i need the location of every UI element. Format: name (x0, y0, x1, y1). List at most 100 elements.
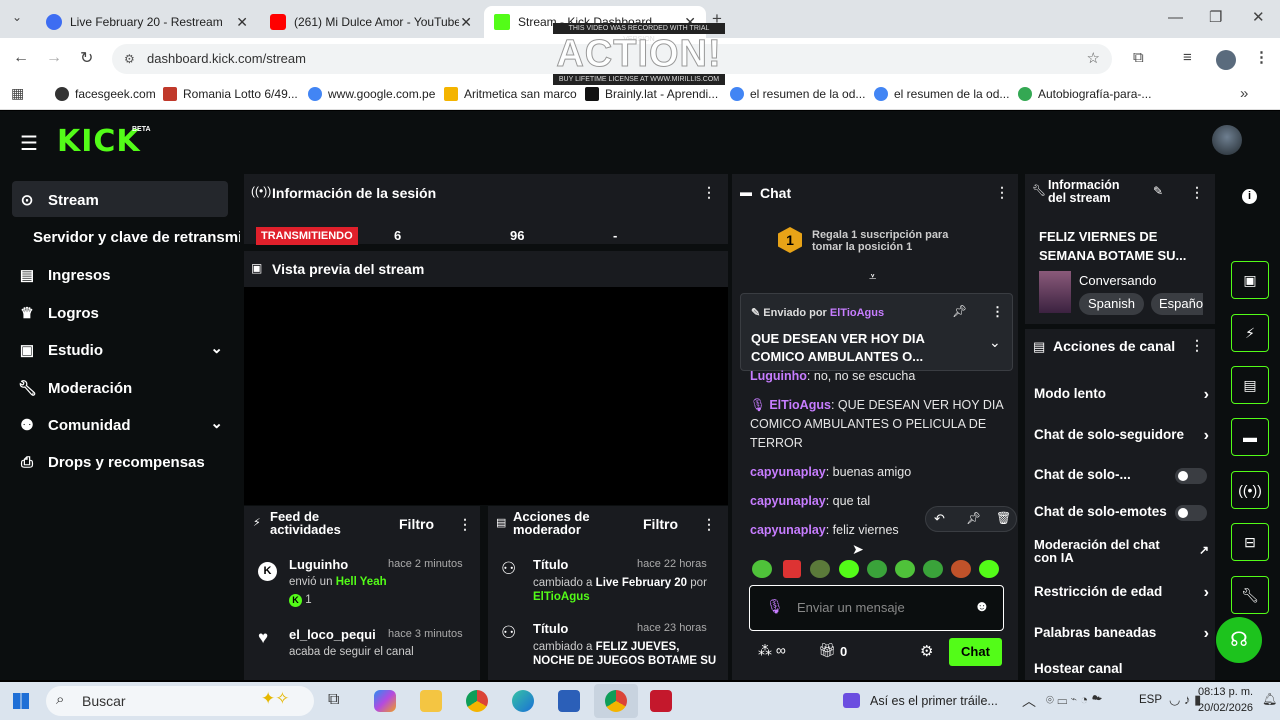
sidebar-item-moderacion[interactable]: 🔧︎ Moderación (18, 379, 132, 398)
subs-only-toggle[interactable] (1175, 468, 1207, 484)
bookmark-item[interactable]: el resumen de la od... (874, 87, 1009, 101)
emotes-only-toggle[interactable] (1175, 505, 1207, 521)
settings-gear-icon[interactable]: ⚙ (920, 642, 933, 660)
collapse-icon[interactable]: ⩡ (869, 269, 876, 285)
bookmark-item[interactable]: Brainly.lat - Aprendi... (585, 87, 718, 101)
emote-icon[interactable] (783, 560, 801, 578)
category-name[interactable]: Conversando (1079, 273, 1156, 288)
sidebar-item-ingresos[interactable]: ▤ Ingresos (18, 266, 111, 285)
kick-logo[interactable]: KICK BETA (57, 124, 151, 159)
action-ai-moderation[interactable]: Moderación del chat con IA ↗ (1034, 538, 1209, 564)
stream-info-menu-icon[interactable]: ⋮ (1190, 184, 1204, 201)
pin-message-icon[interactable]: 📌︎ (966, 511, 981, 525)
notification-bell-icon[interactable]: 🔔︎ (1262, 692, 1277, 706)
tab-youtube[interactable]: (261) Mi Dulce Amor - YouTube ✕ (260, 6, 482, 38)
chat-message[interactable]: Luguinho: no, no se escucha (750, 367, 1020, 386)
emote-icon[interactable] (923, 560, 943, 578)
word-app-icon[interactable] (558, 690, 580, 712)
back-icon[interactable]: ← (13, 49, 29, 67)
rail-preview-button[interactable]: ▣ (1231, 261, 1269, 299)
emote-icon[interactable] (867, 560, 887, 578)
emote-icon[interactable] (752, 560, 772, 578)
action-banned-words[interactable]: Palabras baneadas › (1034, 625, 1209, 642)
taskbar-search-box[interactable]: ⌕ Buscar ✦✧ (46, 686, 314, 716)
emote-icon[interactable] (895, 560, 915, 578)
feed-menu-icon[interactable]: ⋮ (458, 516, 472, 533)
maximize-icon[interactable]: ❐ (1209, 8, 1222, 26)
clock-time[interactable]: 08:13 p. m. (1198, 686, 1253, 698)
user-avatar[interactable] (1212, 125, 1242, 155)
close-tab-icon[interactable]: ✕ (460, 14, 472, 31)
bookmark-item[interactable]: Romania Lotto 6/49... (163, 87, 298, 101)
bookmark-item[interactable]: el resumen de la od... (730, 87, 865, 101)
support-headset-button[interactable]: ☊ (1216, 617, 1262, 663)
rail-quick-actions-button[interactable]: ⚡︎ (1231, 314, 1269, 352)
bookmark-item[interactable]: facesgeek.com (55, 87, 156, 101)
tray-chevron-icon[interactable]: ︿ (1022, 691, 1036, 711)
bookmark-item[interactable]: Autobiografía-para-... (1018, 87, 1151, 101)
rail-broadcast-button[interactable]: ((•)) (1231, 471, 1269, 509)
apps-grid-icon[interactable]: ▦ (11, 85, 24, 102)
action-host-channel[interactable]: Hostear canal (1034, 661, 1209, 676)
clock-date[interactable]: 20/02/2026 (1198, 702, 1253, 714)
rail-layout-button[interactable]: ⊟ (1231, 523, 1269, 561)
emote-icon[interactable] (951, 560, 971, 578)
chat-message[interactable]: capyunaplay: buenas amigo (750, 463, 1020, 482)
reply-icon[interactable]: ↶ (934, 511, 945, 527)
pinned-menu-icon[interactable]: ⋮ (991, 304, 1004, 320)
tray-icons[interactable]: ⌾ ▭ ⌁ ◔ ☁ (1046, 692, 1102, 708)
feed-user[interactable]: Luguinho (289, 557, 348, 572)
media-title[interactable]: Así es el primer tráile... (870, 694, 998, 708)
edit-pencil-icon[interactable]: ✎ (1153, 184, 1163, 198)
profile-avatar[interactable] (1216, 50, 1236, 70)
rail-chat-button[interactable]: ▬ (1231, 418, 1269, 456)
language-indicator[interactable]: ESP (1139, 694, 1162, 706)
chevron-down-icon[interactable]: ⌄ (989, 334, 1001, 351)
chat-menu-icon[interactable]: ⋮ (995, 184, 1009, 201)
emoji-icon[interactable]: ☻ (974, 598, 990, 615)
action-slow-mode[interactable]: Modo lento › (1034, 386, 1209, 403)
reload-icon[interactable]: ↻ (80, 48, 93, 68)
emote-icon[interactable] (839, 560, 859, 578)
close-window-icon[interactable]: ✕ (1252, 8, 1265, 26)
more-bookmarks-icon[interactable]: » (1240, 85, 1248, 102)
mod-menu-icon[interactable]: ⋮ (702, 516, 716, 533)
tab-restream[interactable]: Live February 20 - Restream ✕ (36, 6, 258, 38)
chat-input[interactable]: 🎙︎ Enviar un mensaje ☻ (749, 585, 1004, 631)
send-chat-button[interactable]: Chat (949, 638, 1002, 666)
sidebar-item-logros[interactable]: ♛ Logros (18, 304, 99, 323)
tab-search-chevron-icon[interactable]: ⌄ (12, 10, 22, 24)
bookmark-star-icon[interactable]: ☆ (1087, 44, 1100, 74)
feed-filter-button[interactable]: Filtro (399, 516, 434, 532)
chrome-menu-icon[interactable]: ⋮ (1254, 48, 1269, 66)
tag-chip[interactable]: Españo (1151, 293, 1203, 315)
windows-start-icon[interactable] (13, 693, 29, 709)
sidebar-item-comunidad[interactable]: ⚉ Comunidad ⌄ (18, 415, 223, 434)
chrome-profile-app-icon[interactable] (605, 690, 627, 712)
network-icons[interactable]: ◡ ♪ ▮ (1169, 692, 1201, 708)
minimize-icon[interactable]: — (1168, 9, 1183, 26)
forward-icon[interactable]: → (46, 49, 62, 67)
sidebar-item-server-key[interactable]: Servidor y clave de retransmisión (33, 229, 240, 246)
task-view-icon[interactable]: ⧉ (328, 691, 339, 709)
channel-actions-menu-icon[interactable]: ⋮ (1190, 337, 1204, 354)
media-controls-icon[interactable]: ≡ (1183, 49, 1192, 66)
pinned-message[interactable]: ✎︎ Enviado por ElTioAgus 📌︎ ⋮ QUE DESEAN… (740, 293, 1013, 371)
info-icon[interactable]: i (1242, 189, 1257, 204)
pin-icon[interactable]: 📌︎ (952, 304, 967, 318)
hamburger-menu-icon[interactable]: ☰ (20, 131, 38, 156)
chrome-app-icon[interactable] (466, 690, 488, 712)
emote-icon[interactable] (810, 560, 830, 578)
emote-icon[interactable] (979, 560, 999, 578)
feed-user[interactable]: el_loco_pequi (289, 627, 376, 642)
delete-icon[interactable]: 🗑︎ (996, 511, 1011, 525)
sidebar-item-drops[interactable]: ⎙ Drops y recompensas (18, 454, 205, 471)
mod-filter-button[interactable]: Filtro (643, 516, 678, 532)
chat-message[interactable]: 🎙︎ ElTioAgus: QUE DESEAN VER HOY DIA COM… (750, 396, 1020, 453)
edge-app-icon[interactable] (512, 690, 534, 712)
close-tab-icon[interactable]: ✕ (236, 14, 248, 31)
tag-chip[interactable]: Spanish (1079, 293, 1144, 315)
recorder-app-icon[interactable] (650, 690, 672, 712)
action-age-restriction[interactable]: Restricción de edad › (1034, 584, 1209, 601)
stream-preview-video[interactable] (244, 287, 728, 505)
